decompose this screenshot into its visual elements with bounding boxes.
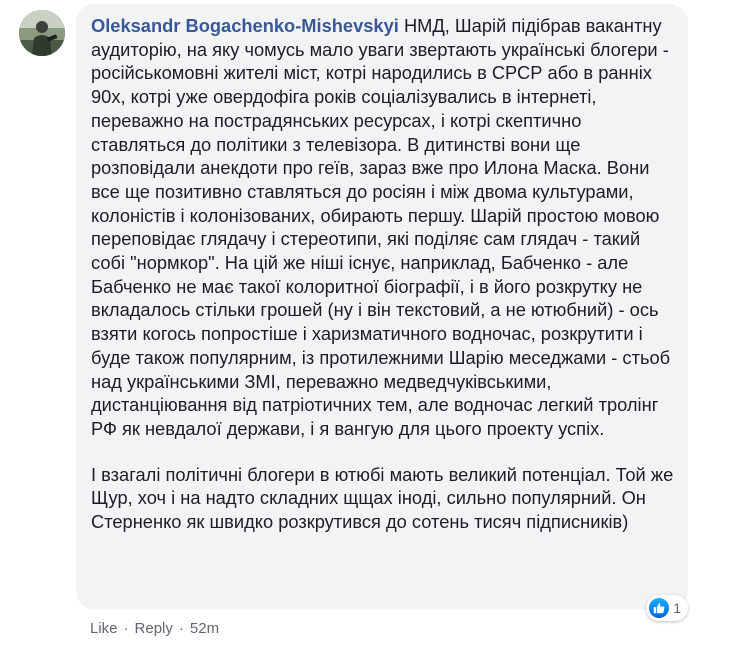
comment-actions: Like · Reply · 52m: [90, 620, 219, 637]
avatar[interactable]: [19, 10, 65, 56]
timestamp[interactable]: 52m: [190, 620, 219, 637]
reaction-count: 1: [673, 600, 681, 616]
comment-paragraph: Oleksandr Bogachenko-Mishevskyi НМД, Шар…: [91, 14, 674, 441]
comment-paragraph-text: НМД, Шарій підібрав вакантну аудиторію, …: [91, 15, 671, 439]
like-icon: [649, 598, 670, 618]
comment-body: Oleksandr Bogachenko-Mishevskyi НМД, Шар…: [91, 14, 674, 534]
separator-dot: ·: [178, 620, 184, 637]
reply-button[interactable]: Reply: [135, 620, 173, 637]
comment-paragraph-text: І взагалі політичні блогери в ютюбі мают…: [91, 463, 674, 533]
reaction-summary[interactable]: 1: [646, 595, 688, 621]
separator-dot: ·: [123, 620, 129, 637]
like-button[interactable]: Like: [90, 620, 118, 637]
comment-paragraph: І взагалі політичні блогери в ютюбі мают…: [91, 463, 674, 534]
comment-bubble: Oleksandr Bogachenko-Mishevskyi НМД, Шар…: [76, 4, 688, 609]
avatar-photo: [19, 10, 65, 56]
author-name[interactable]: Oleksandr Bogachenko-Mishevskyi: [91, 15, 399, 36]
